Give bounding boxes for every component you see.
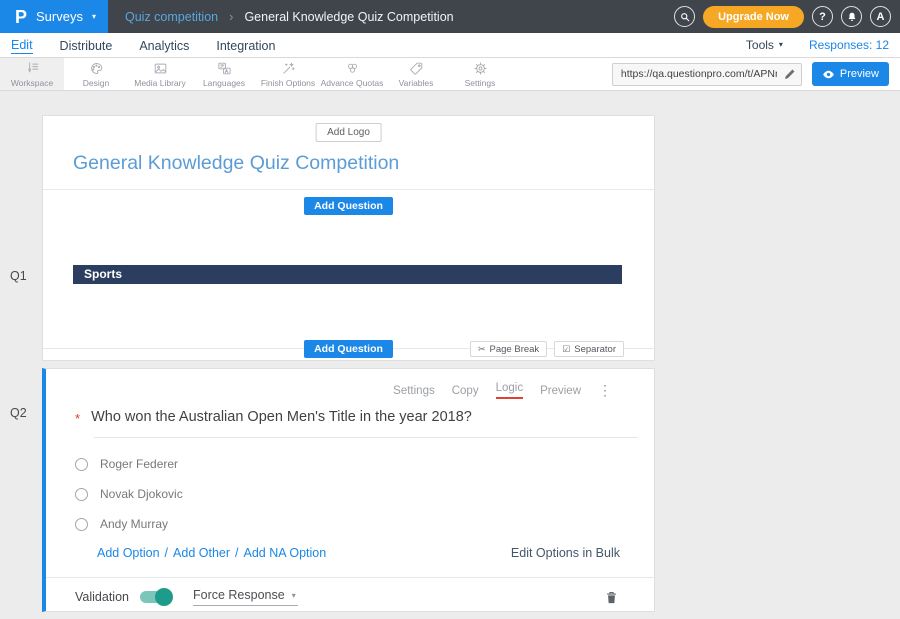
gear-icon xyxy=(473,61,488,76)
radio-button-icon[interactable] xyxy=(75,488,88,501)
q1-section-header[interactable]: Sports xyxy=(73,265,622,284)
toolbar-item-settings[interactable]: Settings xyxy=(448,58,512,90)
question-text[interactable]: Who won the Australian Open Men's Title … xyxy=(91,409,472,426)
edit-options-in-bulk-link[interactable]: Edit Options in Bulk xyxy=(511,546,620,560)
required-asterisk: * xyxy=(75,409,80,426)
question-card-q2: Settings Copy Logic Preview ⋮ * Who won … xyxy=(42,368,655,612)
separator-button[interactable]: ☑ Separator xyxy=(554,341,624,357)
survey-title[interactable]: General Knowledge Quiz Competition xyxy=(73,152,399,175)
overflow-menu-icon[interactable]: ⋮ xyxy=(598,382,612,399)
upgrade-now-button[interactable]: Upgrade Now xyxy=(703,6,804,28)
toolbar-item-media-library[interactable]: Media Library xyxy=(128,58,192,90)
workspace-icon xyxy=(25,61,40,76)
responses-count[interactable]: Responses: 12 xyxy=(809,38,889,52)
help-button[interactable]: ? xyxy=(812,6,833,27)
chevron-down-icon: ▾ xyxy=(779,41,783,49)
eye-icon xyxy=(822,68,835,81)
validation-toggle[interactable] xyxy=(140,591,170,603)
preview-button[interactable]: Preview xyxy=(812,62,889,86)
avatar[interactable]: A xyxy=(870,6,891,27)
surveys-menu[interactable]: P Surveys ▾ xyxy=(0,0,108,33)
validation-label: Validation xyxy=(75,590,129,604)
question-underline xyxy=(94,437,638,438)
topbar: P Surveys ▾ Quiz competition › General K… xyxy=(0,0,900,33)
image-icon xyxy=(153,61,168,76)
break-buttons: ✂ Page Break ☑ Separator xyxy=(470,341,624,357)
answer-option[interactable]: Novak Djokovic xyxy=(75,487,183,501)
tab-edit[interactable]: Edit xyxy=(11,36,33,54)
divider xyxy=(46,577,654,578)
add-question-row-top: Add Question xyxy=(43,196,654,215)
builder-toolbar: Workspace Design Media Library Languages… xyxy=(0,58,900,91)
tag-icon xyxy=(409,61,424,76)
question-preview-link[interactable]: Preview xyxy=(540,385,581,397)
question-number-q2: Q2 xyxy=(10,406,27,420)
toolbar-item-variables[interactable]: Variables xyxy=(384,58,448,90)
question-logic-link[interactable]: Logic xyxy=(496,382,524,399)
main-nav: Edit Distribute Analytics Integration To… xyxy=(0,33,900,58)
link-separator: / xyxy=(165,546,168,560)
question-text-row: * Who won the Australian Open Men's Titl… xyxy=(75,409,472,426)
notifications-button[interactable] xyxy=(841,6,862,27)
breadcrumb-parent[interactable]: Quiz competition xyxy=(125,10,218,24)
add-question-button[interactable]: Add Question xyxy=(304,340,393,358)
chain-links-icon xyxy=(345,61,360,76)
page-break-button[interactable]: ✂ Page Break xyxy=(470,341,547,357)
option-links: Add Option / Add Other / Add NA Option xyxy=(97,546,326,560)
survey-url-box xyxy=(612,63,802,86)
add-logo-button[interactable]: Add Logo xyxy=(315,123,382,142)
tab-analytics[interactable]: Analytics xyxy=(139,37,189,54)
add-other-link[interactable]: Add Other xyxy=(173,546,230,560)
add-question-button[interactable]: Add Question xyxy=(304,197,393,215)
toolbar-item-languages[interactable]: Languages xyxy=(192,58,256,90)
radio-button-icon[interactable] xyxy=(75,458,88,471)
breadcrumb: Quiz competition › General Knowledge Qui… xyxy=(125,9,454,24)
search-button[interactable] xyxy=(674,6,695,27)
palette-icon xyxy=(89,61,104,76)
toolbar-right: Preview xyxy=(612,58,900,90)
search-icon xyxy=(679,11,691,23)
topbar-actions: Upgrade Now ? A xyxy=(674,6,900,28)
chevron-down-icon: ▾ xyxy=(292,591,296,600)
tools-label: Tools xyxy=(746,38,774,52)
validation-row: Validation Force Response ▾ xyxy=(75,586,619,608)
checkbox-icon: ☑ xyxy=(562,344,570,355)
question-action-menu: Settings Copy Logic Preview ⋮ xyxy=(393,382,612,399)
trash-icon[interactable] xyxy=(604,589,619,606)
answer-option[interactable]: Andy Murray xyxy=(75,517,168,531)
divider xyxy=(43,189,654,190)
force-response-dropdown[interactable]: Force Response ▾ xyxy=(193,588,298,606)
toolbar-item-workspace[interactable]: Workspace xyxy=(0,58,64,90)
surveys-menu-label: Surveys xyxy=(36,9,83,24)
add-na-option-link[interactable]: Add NA Option xyxy=(244,546,327,560)
tab-distribute[interactable]: Distribute xyxy=(60,37,113,54)
chevron-down-icon: ▾ xyxy=(92,13,96,21)
questionpro-logo: P xyxy=(15,8,27,26)
link-separator: / xyxy=(235,546,238,560)
scissors-icon: ✂ xyxy=(478,344,486,355)
radio-button-icon[interactable] xyxy=(75,518,88,531)
translate-icon xyxy=(217,61,232,76)
breadcrumb-current: General Knowledge Quiz Competition xyxy=(244,10,453,24)
bell-icon xyxy=(846,11,858,23)
toggle-knob xyxy=(155,588,173,606)
question-copy-link[interactable]: Copy xyxy=(452,385,479,397)
question-settings-link[interactable]: Settings xyxy=(393,385,435,397)
pencil-edit-icon[interactable] xyxy=(783,67,797,81)
answer-option[interactable]: Roger Federer xyxy=(75,457,178,471)
add-option-link[interactable]: Add Option xyxy=(97,546,160,560)
breadcrumb-separator-icon: › xyxy=(229,9,233,24)
magic-wand-icon xyxy=(281,61,296,76)
toolbar-item-design[interactable]: Design xyxy=(64,58,128,90)
tab-integration[interactable]: Integration xyxy=(216,37,275,54)
survey-url-input[interactable] xyxy=(612,63,802,86)
toolbar-item-advance-quotas[interactable]: Advance Quotas xyxy=(320,58,384,90)
question-number-q1: Q1 xyxy=(10,269,27,283)
toolbar-item-finish-options[interactable]: Finish Options xyxy=(256,58,320,90)
nav-right: Tools ▾ Responses: 12 xyxy=(746,38,889,52)
survey-header-card: Add Logo General Knowledge Quiz Competit… xyxy=(42,115,655,361)
tools-menu[interactable]: Tools ▾ xyxy=(746,38,783,52)
